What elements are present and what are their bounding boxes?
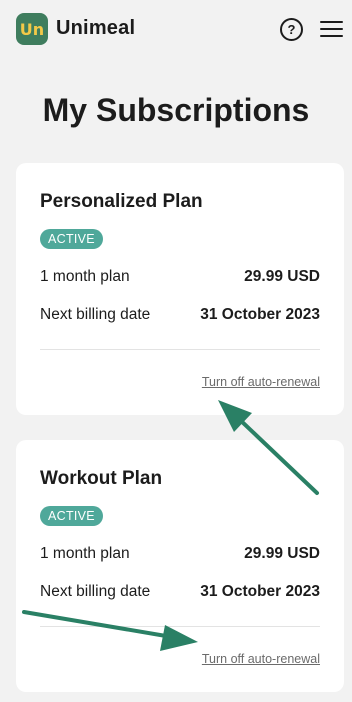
app-name[interactable]: Unimeal (56, 17, 135, 40)
menu-line (320, 28, 343, 30)
billing-label: Next billing date (40, 583, 151, 600)
turn-off-auto-renewal-link[interactable]: Turn off auto-renewal (202, 652, 320, 666)
status-badge: ACTIVE (40, 229, 103, 249)
billing-date: 31 October 2023 (200, 306, 320, 323)
card-divider (40, 626, 320, 627)
hamburger-menu-icon[interactable] (320, 21, 343, 38)
page-title: My Subscriptions (42, 92, 310, 128)
plan-price: 29.99 USD (244, 545, 320, 562)
turn-off-auto-renewal-link[interactable]: Turn off auto-renewal (202, 375, 320, 389)
subscription-card-personalized: Personalized Plan ACTIVE 1 month plan 29… (16, 163, 344, 415)
help-icon-glyph: ? (287, 22, 296, 37)
app-header: Un Unimeal ? (0, 0, 352, 60)
subscription-title: Workout Plan (40, 468, 163, 489)
billing-label: Next billing date (40, 306, 151, 323)
billing-date: 31 October 2023 (200, 583, 320, 600)
logo-mark: Un (19, 19, 45, 39)
plan-label: 1 month plan (40, 545, 130, 562)
plan-price: 29.99 USD (244, 268, 320, 285)
subscription-title: Personalized Plan (40, 191, 203, 212)
unimeal-logo-icon[interactable]: Un (16, 13, 48, 45)
card-divider (40, 349, 320, 350)
plan-label: 1 month plan (40, 268, 130, 285)
menu-line (320, 21, 343, 23)
subscription-card-workout: Workout Plan ACTIVE 1 month plan 29.99 U… (16, 440, 344, 692)
help-icon[interactable]: ? (280, 18, 303, 41)
menu-line (320, 35, 343, 37)
status-badge: ACTIVE (40, 506, 103, 526)
